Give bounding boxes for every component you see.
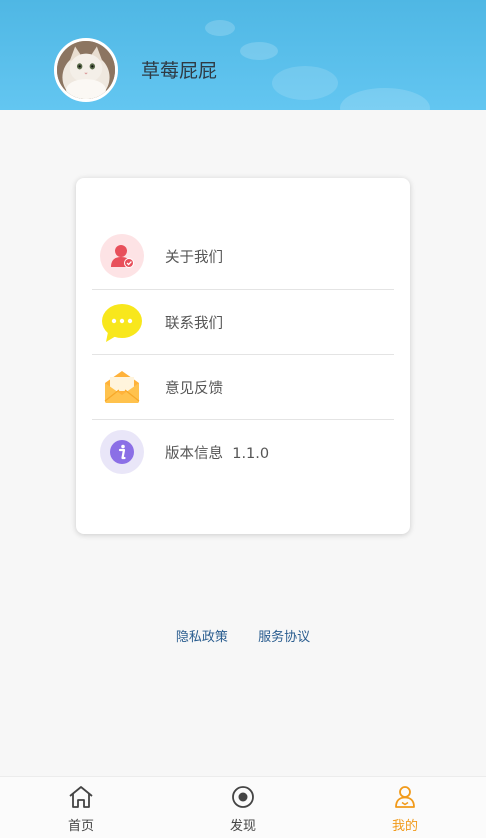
- menu-item-about-us[interactable]: 关于我们: [92, 224, 394, 288]
- tab-label: 首页: [67, 819, 94, 834]
- discover-icon: [232, 786, 254, 808]
- menu-item-label: 联系我们: [165, 315, 223, 332]
- legal-links: 隐私政策 服务协议: [0, 626, 486, 645]
- header-decoration: [272, 66, 338, 100]
- header-decoration: [205, 20, 235, 36]
- home-icon: [69, 786, 93, 808]
- menu-item-label: 意见反馈: [165, 380, 223, 397]
- tab-discover[interactable]: 发现: [213, 785, 273, 834]
- cat-avatar-image: [57, 41, 115, 99]
- menu-card: 关于我们 联系我们 意见反馈 版本信息 1.1.0: [76, 178, 410, 534]
- info-icon: [100, 430, 144, 474]
- bottom-tab-bar: 首页 发现 我的: [0, 776, 486, 838]
- menu-item-label: 版本信息 1.1.0: [165, 445, 270, 462]
- menu-item-version-info[interactable]: 版本信息 1.1.0: [92, 420, 394, 484]
- menu-item-feedback[interactable]: 意见反馈: [92, 355, 394, 419]
- envelope-icon: [100, 365, 144, 409]
- profile-header: 草莓屁屁: [0, 0, 486, 110]
- service-agreement-link[interactable]: 服务协议: [258, 630, 310, 645]
- menu-item-contact-us[interactable]: 联系我们: [92, 290, 394, 354]
- tab-profile[interactable]: 我的: [375, 785, 435, 834]
- tab-label: 发现: [229, 819, 256, 834]
- privacy-policy-link[interactable]: 隐私政策: [176, 630, 228, 645]
- username: 草莓屁屁: [141, 60, 218, 82]
- header-decoration: [240, 42, 278, 60]
- avatar[interactable]: [54, 38, 118, 102]
- tab-home[interactable]: 首页: [51, 785, 111, 834]
- chat-bubble-icon: [100, 300, 144, 344]
- profile-icon: [395, 786, 415, 808]
- menu-item-label: 关于我们: [165, 249, 223, 266]
- person-icon: [100, 234, 144, 278]
- header-decoration: [340, 88, 430, 110]
- tab-label: 我的: [391, 819, 418, 834]
